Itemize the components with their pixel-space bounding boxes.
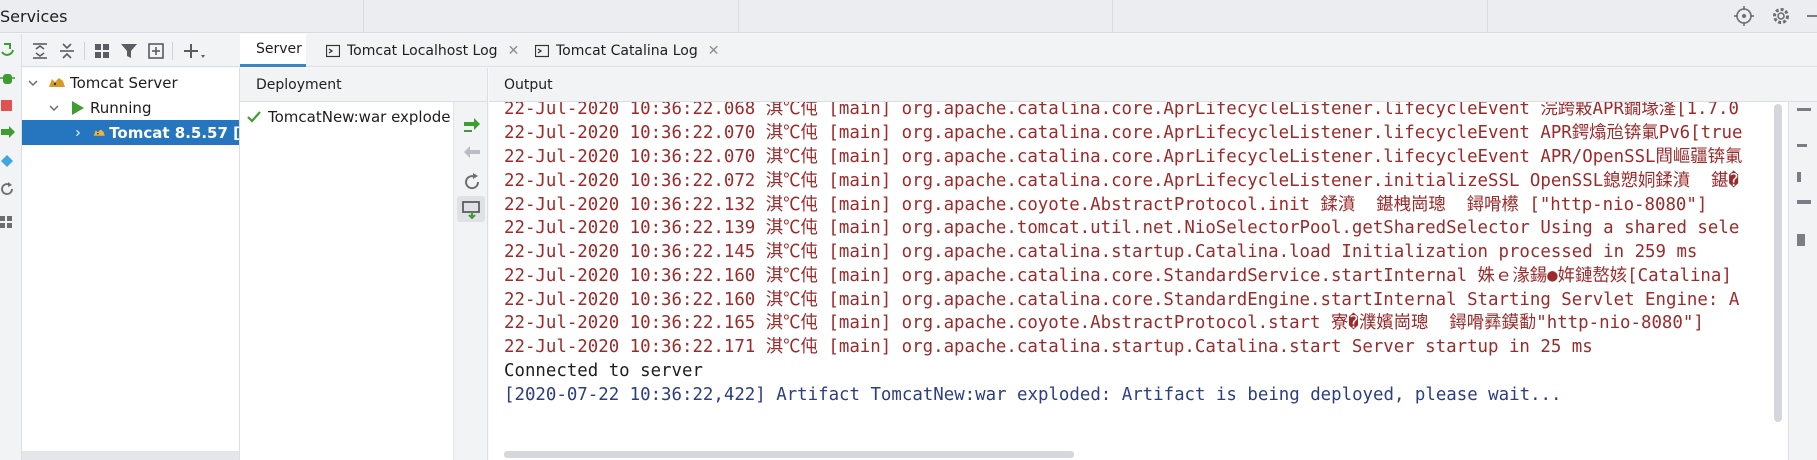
window-title: Services (0, 7, 68, 26)
filter-icon[interactable] (119, 41, 139, 61)
close-icon[interactable]: ✕ (708, 43, 720, 59)
log-line: 22-Jul-2020 10:36:22.139 淇℃伅 [main] org.… (504, 218, 1740, 238)
log-line: 22-Jul-2020 10:36:22.160 淇℃伅 [main] org.… (504, 266, 1732, 286)
close-icon[interactable]: ✕ (508, 43, 520, 59)
rerun-icon[interactable] (0, 42, 16, 58)
console-icon (326, 44, 340, 57)
artifact-icon[interactable] (0, 154, 16, 170)
deployment-item[interactable]: TomcatNew:war explode (246, 108, 451, 126)
tab-label: Tomcat Catalina Log (556, 42, 698, 59)
title-divider (738, 0, 739, 33)
deploy-icon[interactable] (0, 126, 16, 142)
wrap-icon[interactable] (1797, 144, 1807, 147)
log-line: 22-Jul-2020 10:36:22.070 淇℃伅 [main] org.… (504, 147, 1743, 167)
tab-tomcat-catalina-log[interactable]: Tomcat Catalina Log ✕ (535, 34, 719, 67)
output-horizontal-scrollbar[interactable] (504, 451, 1074, 458)
tab-server[interactable]: Server (240, 34, 306, 67)
deployment-title: Deployment (256, 77, 342, 93)
chevron-down-icon[interactable] (26, 76, 40, 90)
output-console[interactable]: 22-Jul-2020 10:36:22.068 淇℃伅 [main] org.… (489, 102, 1788, 460)
chevron-down-icon[interactable] (47, 101, 61, 115)
crosshair-icon[interactable] (1733, 5, 1755, 27)
refresh-icon[interactable] (460, 170, 484, 194)
deployment-item-label: TomcatNew:war explode (268, 108, 451, 126)
console-icon (535, 44, 549, 57)
output-title: Output (504, 77, 553, 93)
toolbar-separator (84, 42, 85, 60)
log-line: 22-Jul-2020 10:36:22.072 淇℃伅 [main] org.… (504, 171, 1739, 191)
services-tree: Tomcat Server Running Tomcat 8.5.57 [ (22, 68, 240, 460)
log-line: Connected to server (504, 361, 703, 381)
debug-icon[interactable] (0, 70, 16, 86)
service-tabs: Server Tomcat Localhost Log ✕ Tomcat Cat… (240, 34, 1817, 67)
output-header: Output (489, 68, 1817, 102)
title-divider (363, 0, 364, 33)
services-toolbar (22, 34, 240, 67)
deploy-all-icon[interactable] (460, 114, 484, 138)
group-services-icon[interactable] (92, 41, 112, 61)
add-service-icon[interactable] (182, 41, 208, 61)
title-bar: Services (0, 0, 1817, 33)
tab-tomcat-localhost-log[interactable]: Tomcat Localhost Log ✕ (326, 34, 519, 67)
deployment-toolbar (453, 102, 488, 460)
soft-wrap-icon[interactable] (1797, 172, 1801, 182)
new-group-icon[interactable] (146, 41, 166, 61)
tree-item-label: Running (90, 98, 152, 117)
scroll-up-icon[interactable] (1797, 108, 1811, 111)
deployment-list: TomcatNew:war explode (240, 102, 453, 460)
log-line: 22-Jul-2020 10:36:22.070 淇℃伅 [main] org.… (504, 123, 1743, 143)
expand-all-icon[interactable] (30, 41, 50, 61)
tree-item-tomcat-server[interactable]: Tomcat Server (22, 70, 239, 95)
gear-icon[interactable] (1770, 5, 1792, 27)
tree-item-running[interactable]: Running (22, 95, 239, 120)
tomcat-icon (93, 129, 105, 136)
deployment-header: Deployment (240, 68, 488, 102)
log-line: 22-Jul-2020 10:36:22.171 淇℃伅 [main] org.… (504, 337, 1593, 357)
toolbar-separator (172, 42, 173, 60)
tab-label: Server (256, 41, 302, 57)
check-icon (247, 111, 261, 123)
tree-item-label: Tomcat 8.5.57 [ (109, 123, 240, 142)
title-divider (1487, 0, 1488, 33)
tomcat-icon (49, 77, 65, 87)
undeploy-icon[interactable] (460, 142, 484, 166)
output-side-toolbar (1788, 102, 1817, 460)
output-vertical-scrollbar[interactable] (1774, 104, 1782, 422)
show-output-icon[interactable] (460, 198, 484, 222)
tree-item-label: Tomcat Server (70, 73, 178, 92)
layout-icon[interactable] (0, 214, 16, 230)
tree-horizontal-scrollbar[interactable] (22, 451, 239, 460)
services-vertical-toolbar (0, 34, 22, 460)
tab-label: Tomcat Localhost Log (347, 42, 498, 59)
run-icon (72, 100, 84, 115)
stop-icon[interactable] (0, 98, 16, 114)
refresh-icon[interactable] (0, 182, 16, 198)
tree-item-tomcat-instance[interactable]: Tomcat 8.5.57 [ (22, 120, 240, 145)
log-line: 22-Jul-2020 10:36:22.165 淇℃伅 [main] org.… (504, 313, 1704, 333)
collapse-all-icon[interactable] (57, 41, 77, 61)
log-line: [2020-07-22 10:36:22,422] Artifact Tomca… (504, 385, 1562, 405)
title-divider (1112, 0, 1113, 33)
log-line: 22-Jul-2020 10:36:22.145 淇℃伅 [main] org.… (504, 242, 1698, 262)
trash-icon[interactable] (1797, 234, 1805, 246)
print-icon[interactable] (1797, 200, 1811, 204)
chevron-right-icon[interactable] (73, 126, 83, 140)
minimize-icon[interactable] (1805, 5, 1817, 27)
